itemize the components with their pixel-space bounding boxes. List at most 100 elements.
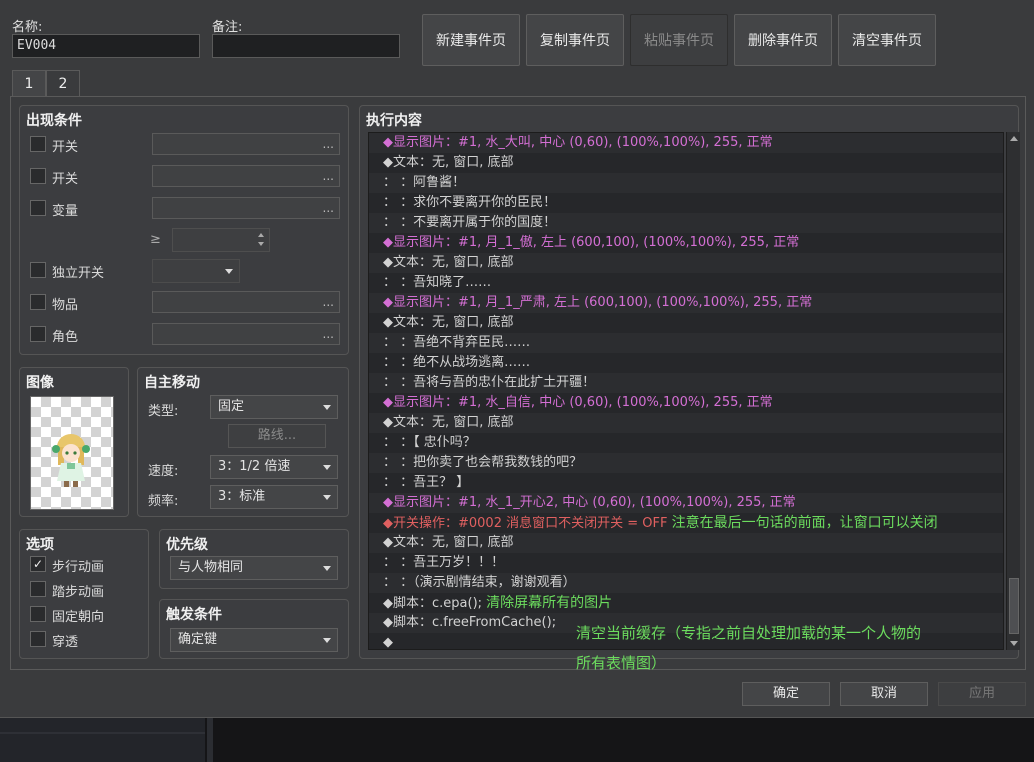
command-line[interactable]: ： ：不要离开属于你的国度！: [369, 213, 1003, 233]
command-line[interactable]: ： ：吾王？ 】: [369, 473, 1003, 493]
command-line[interactable]: ◆显示图片：#1, 水_大叫, 中心 (0,60), (100%,100%), …: [369, 133, 1003, 153]
command-line[interactable]: ： ：阿鲁酱！: [369, 173, 1003, 193]
note-label: 备注:: [212, 20, 243, 35]
apply-button[interactable]: 应用: [938, 682, 1026, 706]
spin-down-icon[interactable]: [258, 242, 264, 246]
variable-checkbox[interactable]: [30, 200, 46, 216]
command-text: ： ：阿鲁酱！: [383, 175, 466, 190]
switch1-select[interactable]: ...: [152, 133, 340, 155]
speed-label: 速度:: [148, 464, 179, 479]
command-line[interactable]: ◆文本：无, 窗口, 底部: [369, 153, 1003, 173]
cache-annotation-line2: 所有表情图）: [576, 654, 667, 672]
command-line[interactable]: ： ：求你不要离开你的臣民！: [369, 193, 1003, 213]
page-panel: 出现条件 开关 ... 开关 ... 变量 ... ≥ 独立开关 物品 ... …: [10, 96, 1026, 670]
self-switch-checkbox[interactable]: [30, 262, 46, 278]
type-select[interactable]: 固定: [210, 395, 338, 419]
actor-label: 角色: [52, 330, 79, 345]
command-list[interactable]: ◆显示图片：#1, 水_大叫, 中心 (0,60), (100%,100%), …: [368, 132, 1004, 650]
options-group: 选项 ✓ 步行动画 踏步动画 固定朝向 穿透: [19, 529, 149, 659]
name-label: 名称:: [12, 20, 43, 35]
item-checkbox[interactable]: [30, 294, 46, 310]
taskbar-area: [0, 718, 1034, 762]
command-line[interactable]: ： ：【 忠仆吗？: [369, 433, 1003, 453]
command-line[interactable]: ： ：（演示剧情结束，谢谢观看）: [369, 573, 1003, 593]
command-line[interactable]: ◆开关操作：#0002 消息窗口不关闭开关 = OFF 注意在最后一句话的前面，…: [369, 513, 1003, 533]
command-text: ◆显示图片：#1, 水_大叫, 中心 (0,60), (100%,100%), …: [383, 135, 773, 150]
command-annotation: 注意在最后一句话的前面，让窗口可以关闭: [671, 515, 938, 531]
new-page-button[interactable]: 新建事件页: [422, 14, 520, 66]
priority-group: 优先级 与人物相同: [159, 529, 349, 589]
actor-checkbox[interactable]: [30, 326, 46, 342]
character-sprite-icon: [52, 434, 90, 487]
variable-label: 变量: [52, 204, 79, 219]
tab-page-2[interactable]: 2: [46, 70, 80, 97]
variable-select[interactable]: ...: [152, 197, 340, 219]
switch2-select[interactable]: ...: [152, 165, 340, 187]
command-text: ◆显示图片：#1, 水_1_开心2, 中心 (0,60), (100%,100%…: [383, 495, 796, 510]
trigger-value: 确定键: [178, 632, 218, 647]
command-line[interactable]: ： ：绝不从战场逃离……: [369, 353, 1003, 373]
ok-button[interactable]: 确定: [742, 682, 830, 706]
switch2-checkbox[interactable]: [30, 168, 46, 184]
command-text: ： ：把你卖了也会帮我数钱的吧？: [383, 455, 583, 470]
event-editor-window: 名称: EV004 备注: 新建事件页 复制事件页 粘贴事件页 删除事件页 清空…: [0, 0, 1034, 718]
switch1-checkbox[interactable]: [30, 136, 46, 152]
walk-anim-checkbox[interactable]: ✓: [30, 556, 46, 572]
command-line[interactable]: ： ：把你卖了也会帮我数钱的吧？: [369, 453, 1003, 473]
clear-page-button[interactable]: 清空事件页: [838, 14, 936, 66]
command-line[interactable]: ◆显示图片：#1, 月_1_傲, 左上 (600,100), (100%,100…: [369, 233, 1003, 253]
command-text: ： ：吾王？ 】: [383, 475, 470, 490]
trigger-select[interactable]: 确定键: [170, 628, 338, 652]
tab-page-1[interactable]: 1: [12, 70, 46, 97]
frequency-select[interactable]: 3：标准: [210, 485, 338, 509]
delete-page-button[interactable]: 删除事件页: [734, 14, 832, 66]
command-text: ◆文本：无, 窗口, 底部: [383, 415, 514, 430]
priority-select[interactable]: 与人物相同: [170, 556, 338, 580]
command-line[interactable]: ◆文本：无, 窗口, 底部: [369, 413, 1003, 433]
command-line[interactable]: ◆文本：无, 窗口, 底部: [369, 533, 1003, 553]
command-text: ： ：不要离开属于你的国度！: [383, 215, 557, 230]
speed-select[interactable]: 3：1/2 倍速: [210, 455, 338, 479]
spin-up-icon[interactable]: [258, 233, 264, 237]
command-line[interactable]: ◆文本：无, 窗口, 底部: [369, 253, 1003, 273]
self-switch-label: 独立开关: [52, 266, 105, 281]
command-line[interactable]: ： ：吾绝不背弃臣民……: [369, 333, 1003, 353]
command-text: ◆脚本：c.epa();: [383, 596, 487, 611]
paste-page-button[interactable]: 粘贴事件页: [630, 14, 728, 66]
copy-page-button[interactable]: 复制事件页: [526, 14, 624, 66]
through-label: 穿透: [52, 635, 79, 650]
self-switch-select[interactable]: [152, 259, 240, 283]
chevron-down-icon: [323, 465, 331, 470]
command-line[interactable]: ◆文本：无, 窗口, 底部: [369, 313, 1003, 333]
item-select[interactable]: ...: [152, 291, 340, 313]
scroll-thumb[interactable]: [1009, 578, 1019, 634]
direction-fix-checkbox[interactable]: [30, 606, 46, 622]
image-group: 图像: [19, 367, 129, 517]
command-text: ◆文本：无, 窗口, 底部: [383, 535, 514, 550]
contents-title: 执行内容: [366, 113, 422, 129]
through-checkbox[interactable]: [30, 631, 46, 647]
command-line[interactable]: ◆显示图片：#1, 水_自信, 中心 (0,60), (100%,100%), …: [369, 393, 1003, 413]
image-title: 图像: [26, 375, 54, 391]
command-text: ◆显示图片：#1, 月_1_傲, 左上 (600,100), (100%,100…: [383, 235, 800, 250]
route-button[interactable]: 路线...: [228, 424, 326, 448]
command-line[interactable]: ： ：吾知晓了……: [369, 273, 1003, 293]
scroll-up-icon[interactable]: [1010, 136, 1018, 141]
step-anim-checkbox[interactable]: [30, 581, 46, 597]
name-input[interactable]: EV004: [12, 34, 200, 58]
character-image[interactable]: [30, 396, 114, 510]
options-title: 选项: [26, 537, 54, 553]
command-line[interactable]: ： ：吾王万岁！！！: [369, 553, 1003, 573]
command-list-scrollbar[interactable]: [1006, 132, 1020, 650]
scroll-down-icon[interactable]: [1010, 641, 1018, 646]
note-input[interactable]: [212, 34, 400, 58]
cancel-button[interactable]: 取消: [840, 682, 928, 706]
actor-select[interactable]: ...: [152, 323, 340, 345]
command-line[interactable]: ： ：吾将与吾的忠仆在此扩土开疆！: [369, 373, 1003, 393]
command-line[interactable]: ◆显示图片：#1, 水_1_开心2, 中心 (0,60), (100%,100%…: [369, 493, 1003, 513]
command-line[interactable]: ◆显示图片：#1, 月_1_严肃, 左上 (600,100), (100%,10…: [369, 293, 1003, 313]
variable-value-spinner[interactable]: [172, 228, 270, 252]
command-line[interactable]: ◆脚本：c.epa(); 清除屏幕所有的图片: [369, 593, 1003, 613]
command-text: ◆脚本：c.freeFromCache();: [383, 615, 557, 630]
trigger-title: 触发条件: [166, 607, 222, 623]
